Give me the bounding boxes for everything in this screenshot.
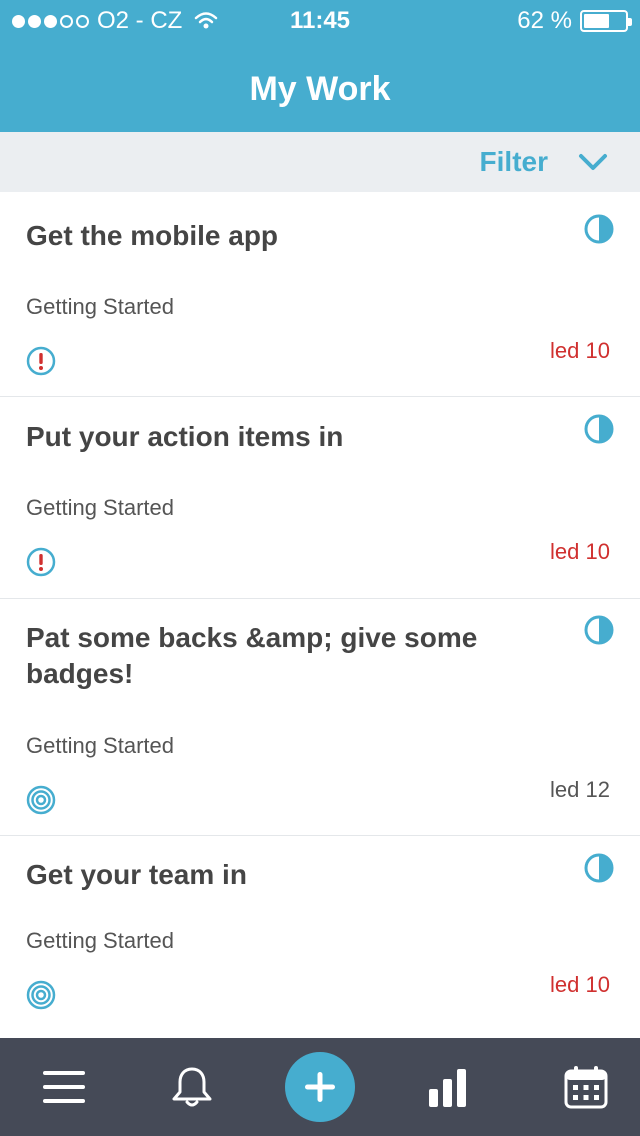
task-category: Getting Started — [26, 733, 174, 758]
progress-half-icon[interactable] — [584, 214, 614, 244]
task-category: Getting Started — [26, 495, 174, 520]
task-category: Getting Started — [26, 928, 174, 953]
task-title: Get the mobile app — [26, 220, 279, 251]
task-card[interactable]: Pat some backs &amp; give some badges! G… — [0, 599, 640, 836]
task-title: Pat some backs &amp; give some badges! — [26, 622, 478, 689]
bell-icon — [172, 1067, 212, 1107]
add-icon — [305, 1072, 335, 1102]
priority-high-icon — [26, 346, 56, 376]
tab-menu[interactable] — [22, 1038, 106, 1136]
task-card[interactable]: Get the mobile app Getting Started led 1… — [0, 192, 640, 397]
tab-reports[interactable] — [406, 1038, 490, 1136]
tab-add[interactable] — [280, 1038, 360, 1136]
progress-half-icon[interactable] — [584, 414, 614, 444]
menu-icon — [43, 1071, 85, 1103]
header: O2 - CZ 11:45 62 % My Work — [0, 0, 640, 132]
filter-dropdown[interactable]: Filter — [480, 146, 608, 178]
target-icon — [26, 980, 56, 1010]
progress-half-icon[interactable] — [584, 615, 614, 645]
task-card[interactable]: Get your team in Getting Started led 10 — [0, 836, 640, 1038]
calendar-icon — [564, 1066, 608, 1109]
filter-label: Filter — [479, 146, 548, 177]
task-due-date: led 10 — [550, 539, 610, 564]
status-right: 62 % — [517, 7, 632, 35]
progress-half-icon[interactable] — [584, 853, 614, 883]
task-category: Getting Started — [26, 294, 174, 319]
task-title: Put your action items in — [26, 421, 344, 452]
page-title: My Work — [249, 70, 391, 108]
bar-chart-icon — [429, 1069, 466, 1107]
tab-calendar[interactable] — [544, 1038, 628, 1136]
status-bar: O2 - CZ 11:45 62 % — [0, 0, 640, 40]
task-due-date: led 12 — [550, 777, 610, 802]
priority-high-icon — [26, 547, 56, 577]
filter-bar: Filter — [0, 132, 640, 192]
task-due-date: led 10 — [550, 338, 610, 363]
bottom-tab-bar — [0, 1038, 640, 1136]
task-due-date: led 10 — [550, 972, 610, 997]
chevron-down-icon — [579, 154, 607, 170]
add-button[interactable] — [285, 1052, 355, 1122]
battery-percent: 62 % — [517, 7, 572, 34]
task-list: Get the mobile app Getting Started led 1… — [0, 192, 640, 1038]
target-icon — [26, 785, 56, 815]
battery-icon — [580, 10, 632, 32]
task-card[interactable]: Put your action items in Getting Started… — [0, 397, 640, 599]
tab-notifications[interactable] — [150, 1038, 234, 1136]
task-title: Get your team in — [26, 859, 247, 890]
